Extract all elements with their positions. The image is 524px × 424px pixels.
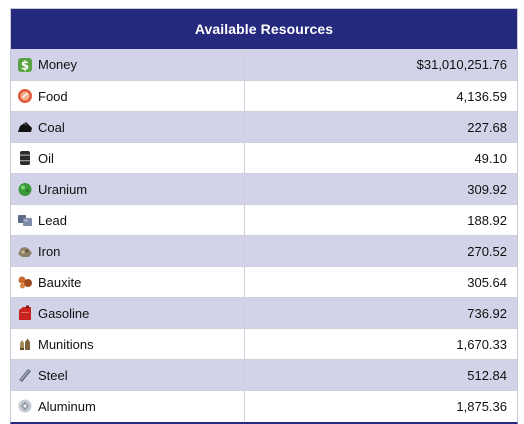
resource-value: 1,875.36 [456, 398, 507, 414]
table-row: Lead 188.92 [11, 204, 517, 235]
resource-name-cell: Food [11, 81, 245, 111]
lead-icon [17, 212, 33, 228]
svg-text:$: $ [21, 58, 29, 72]
resource-value: 270.52 [467, 243, 507, 259]
table-row: Uranium 309.92 [11, 173, 517, 204]
resource-label: Money [38, 57, 78, 72]
resource-label: Coal [38, 119, 65, 135]
resource-name-cell: Steel [11, 360, 245, 390]
table-body: $ Money $31,010,251.76 Food 4,136.59 Coa… [11, 49, 517, 421]
resource-name-cell: Uranium [11, 174, 245, 204]
resource-label: Uranium [38, 181, 88, 197]
table-header: Available Resources [11, 9, 517, 49]
resource-label: Iron [38, 243, 61, 259]
table-row: Iron 270.52 [11, 235, 517, 266]
resource-name-cell: Bauxite [11, 267, 245, 297]
resource-value: 736.92 [467, 305, 507, 321]
resource-value: 512.84 [467, 367, 507, 383]
coal-icon [17, 119, 33, 135]
resource-value: 4,136.59 [456, 88, 507, 104]
resource-label: Oil [38, 150, 54, 166]
resource-name-cell: Coal [11, 112, 245, 142]
iron-icon [17, 243, 33, 259]
food-icon [17, 88, 33, 104]
resource-name-cell: Gasoline [11, 298, 245, 328]
resource-label: Gasoline [38, 305, 90, 321]
resource-name-cell: Oil [11, 143, 245, 173]
money-icon: $ [17, 57, 33, 73]
resource-value: 227.68 [467, 119, 507, 135]
uranium-icon [17, 181, 33, 197]
table-row: Munitions 1,670.33 [11, 328, 517, 359]
oil-barrel-icon [17, 150, 33, 166]
table-row: Oil 49.10 [11, 142, 517, 173]
table-row: Food 4,136.59 [11, 80, 517, 111]
aluminum-icon [17, 398, 33, 414]
resource-label: Food [38, 88, 68, 104]
resource-label: Bauxite [38, 274, 82, 290]
resource-name-cell: Aluminum [11, 391, 245, 421]
table-row: Gasoline 736.92 [11, 297, 517, 328]
bauxite-icon [17, 274, 33, 290]
resource-value: 309.92 [467, 181, 507, 197]
resource-name-cell: Munitions [11, 329, 245, 359]
steel-icon [17, 367, 33, 383]
table-row: Aluminum 1,875.36 [11, 390, 517, 421]
table-row: Steel 512.84 [11, 359, 517, 390]
munitions-icon [17, 336, 33, 352]
resource-value: 305.64 [467, 274, 507, 290]
resource-value: 49.10 [474, 150, 507, 166]
resource-value: $31,010,251.76 [416, 57, 507, 72]
table-row: Coal 227.68 [11, 111, 517, 142]
resource-name-cell: $ Money [11, 49, 245, 80]
resource-label: Lead [38, 212, 67, 228]
resource-value: 188.92 [467, 212, 507, 228]
table-row: Bauxite 305.64 [11, 266, 517, 297]
gasoline-can-icon [17, 305, 33, 321]
resource-name-cell: Lead [11, 205, 245, 235]
table-row: $ Money $31,010,251.76 [11, 49, 517, 80]
resource-name-cell: Iron [11, 236, 245, 266]
available-resources-table: Available Resources $ Money $31,010,251.… [10, 8, 518, 424]
resource-label: Aluminum [38, 398, 96, 414]
resource-value: 1,670.33 [456, 336, 507, 352]
resource-label: Steel [38, 367, 68, 383]
resource-label: Munitions [38, 336, 94, 352]
